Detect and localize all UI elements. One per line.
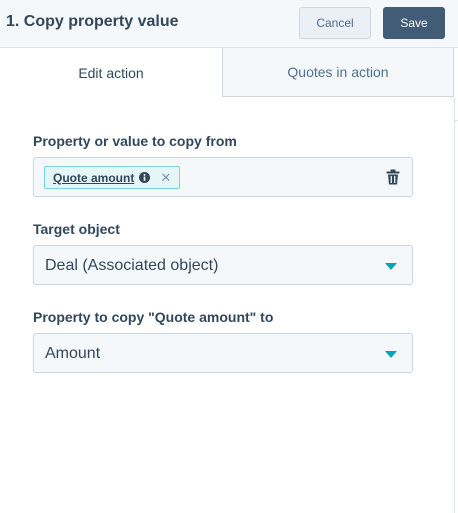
- cancel-button[interactable]: Cancel: [299, 7, 371, 39]
- panel-divider: [454, 97, 455, 513]
- tab-edit-action[interactable]: Edit action: [0, 48, 223, 97]
- trash-icon[interactable]: [386, 169, 400, 185]
- source-property-field[interactable]: Quote amount ✕: [33, 157, 413, 197]
- target-property-value: Amount: [45, 345, 101, 362]
- close-icon[interactable]: ✕: [160, 171, 171, 184]
- target-object-value: Deal (Associated object): [45, 257, 219, 274]
- tab-quotes-in-action[interactable]: Quotes in action: [223, 48, 454, 97]
- target-property-select[interactable]: Amount: [33, 333, 413, 373]
- quote-amount-token[interactable]: Quote amount ✕: [44, 166, 181, 189]
- chevron-down-icon: [385, 351, 397, 358]
- info-icon: [139, 172, 151, 183]
- panel-header: 1. Copy property value Cancel Save: [0, 0, 458, 48]
- token-label[interactable]: Quote amount: [53, 171, 134, 185]
- save-button[interactable]: Save: [383, 7, 445, 39]
- tab-bar: Edit action Quotes in action: [0, 48, 458, 97]
- panel-title: 1. Copy property value: [6, 13, 179, 30]
- target-object-label: Target object: [33, 221, 120, 237]
- chevron-down-icon: [385, 263, 397, 270]
- target-object-select[interactable]: Deal (Associated object): [33, 245, 413, 285]
- panel-divider-tick: [454, 120, 458, 121]
- target-property-label: Property to copy "Quote amount" to: [33, 309, 274, 325]
- source-property-label: Property or value to copy from: [33, 133, 237, 149]
